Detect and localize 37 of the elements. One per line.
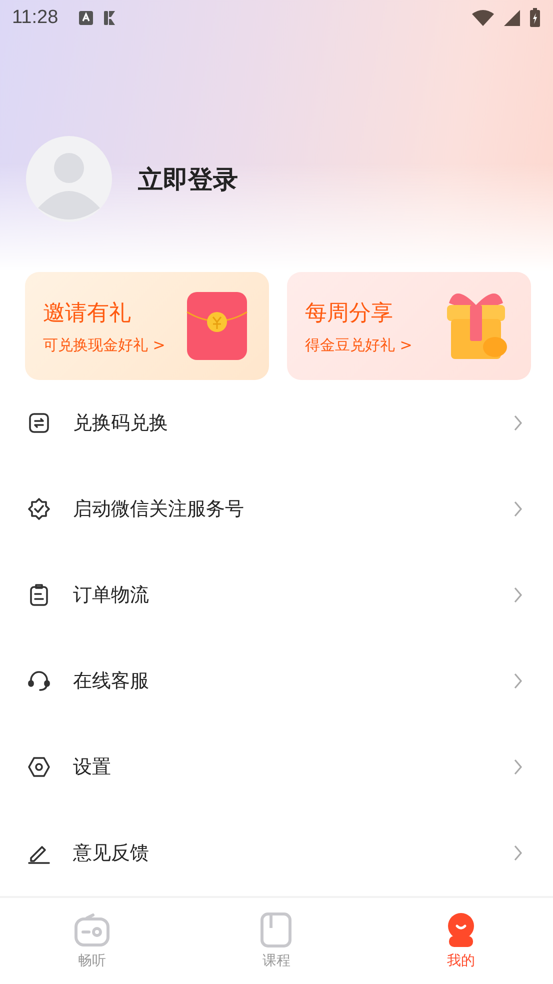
chevron-right-icon	[513, 672, 523, 690]
card-title: 每周分享	[305, 300, 394, 328]
chevron-right-icon	[513, 758, 523, 776]
card-title: 邀请有礼	[43, 300, 132, 328]
menu-label: 启动微信关注服务号	[73, 497, 245, 522]
status-time: 11:28	[12, 7, 58, 29]
card-subtitle: 得金豆兑好礼 >	[305, 336, 412, 355]
menu-label: 意见反馈	[73, 841, 150, 866]
menu-label: 在线客服	[73, 669, 150, 694]
menu-item[interactable]: 兑换码兑换	[0, 380, 553, 466]
headset-icon	[27, 669, 51, 694]
chevron-right-icon	[513, 414, 523, 432]
radio-icon	[73, 912, 112, 948]
chevron-right-icon	[513, 586, 523, 604]
chevron-right-icon	[513, 844, 523, 862]
menu-label: 设置	[73, 755, 112, 780]
avatar-icon[interactable]	[26, 136, 112, 222]
menu-item[interactable]: 在线客服	[0, 638, 553, 724]
notification-icon	[78, 10, 94, 26]
signal-icon	[503, 9, 521, 27]
clipboard-icon	[27, 583, 51, 608]
book-icon	[260, 912, 292, 948]
battery-icon	[529, 8, 541, 28]
card-subtitle: 可兑换现金好礼 >	[43, 336, 166, 355]
hexagon-icon	[27, 755, 51, 780]
menu-item[interactable]: 订单物流	[0, 552, 553, 638]
exchange-icon	[27, 411, 51, 436]
menu-label: 兑换码兑换	[73, 411, 169, 436]
login-link[interactable]: 立即登录	[138, 162, 238, 196]
envelope-icon	[185, 290, 249, 362]
wifi-icon	[471, 9, 495, 27]
menu-item[interactable]: 意见反馈	[0, 810, 553, 896]
menu-label: 订单物流	[73, 583, 150, 608]
menu-item[interactable]: 设置	[0, 724, 553, 810]
chevron-right-icon	[513, 500, 523, 518]
menu-item[interactable]: 启动微信关注服务号	[0, 466, 553, 552]
badge-check-icon	[27, 497, 51, 522]
